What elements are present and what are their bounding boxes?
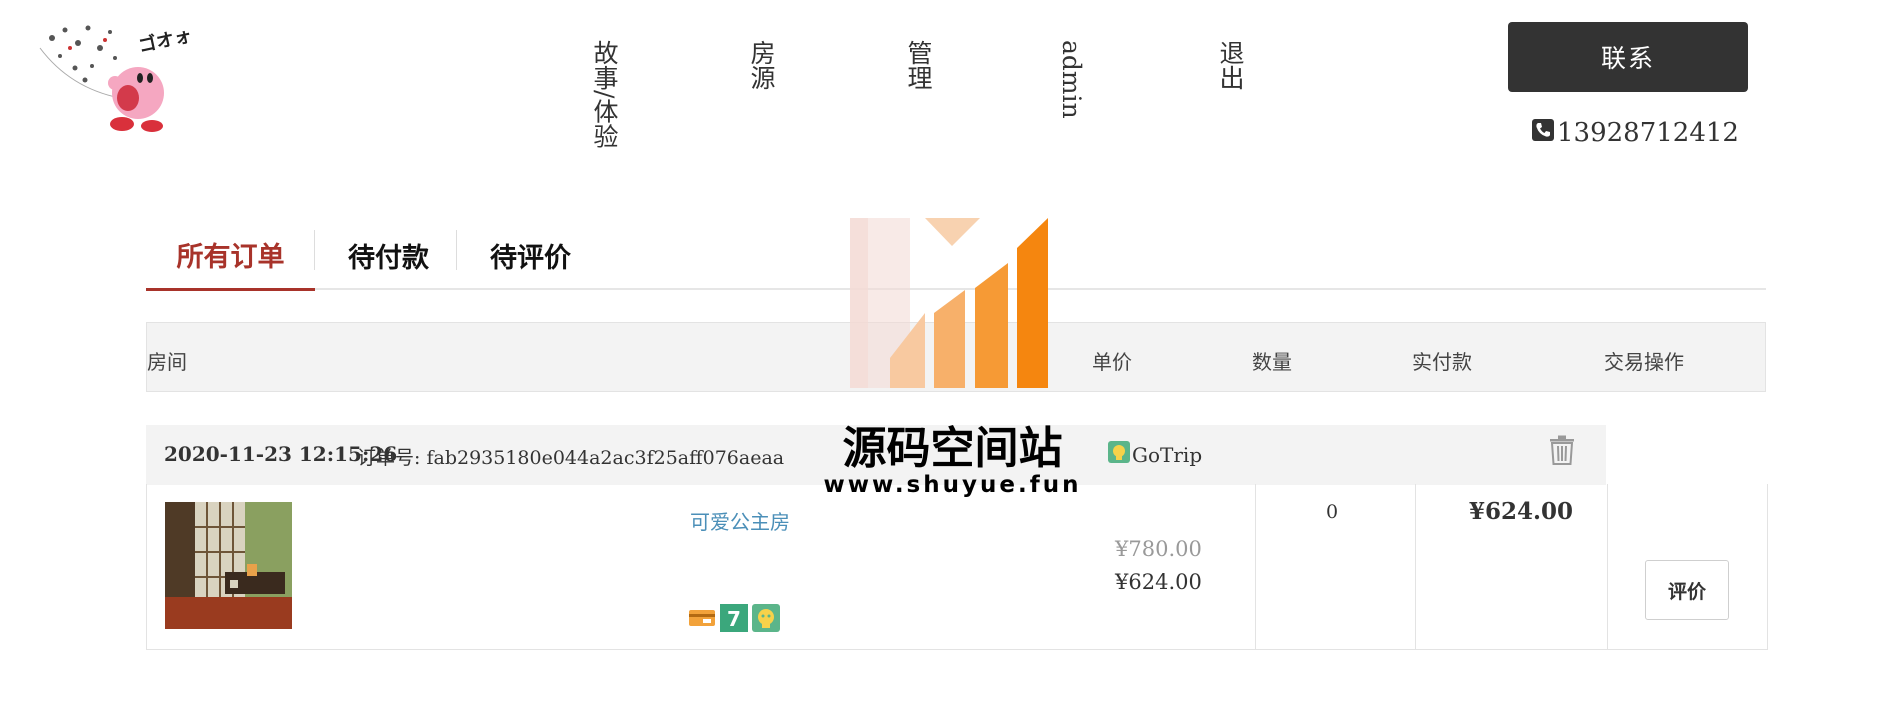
header-unit-price: 单价 [1092,350,1132,374]
nav-manage[interactable]: 管理 [904,40,933,90]
watermark-url: www.shuyue.fun [823,472,1082,498]
trash-icon [1549,435,1575,470]
tab-pending-payment[interactable]: 待付款 [316,220,461,290]
header-quantity: 数量 [1252,350,1292,374]
nav-logout[interactable]: 退出 [1216,40,1245,90]
room-name-link[interactable]: 可爱公主房 [690,506,790,535]
contact-button[interactable]: 联系 [1508,22,1748,92]
unit-price: ¥624.00 [1115,570,1202,594]
header-paid: 实付款 [1412,350,1472,374]
watermark-logo [850,218,1055,388]
quantity-value: 0 [1326,501,1339,523]
order-number-value: fab2935180e044a2ac3f25aff076aeaa [426,447,785,469]
nav-story[interactable]: 故事/体验 [590,40,619,148]
room-thumbnail[interactable] [165,502,292,629]
tab-divider [314,230,315,270]
review-button[interactable]: 评价 [1645,560,1729,620]
amenity-icons: 7 [688,604,780,632]
column-divider [1607,484,1608,649]
delete-order-button[interactable] [1549,435,1575,470]
nav-admin[interactable]: admin [1057,40,1086,119]
original-price: ¥780.00 [1115,537,1202,561]
site-logo[interactable]: ゴオォ [30,18,205,143]
tab-all-orders[interactable]: 所有订单 [146,220,315,291]
watermark-title: 源码空间站 [842,423,1063,474]
phone-icon [1532,118,1554,148]
tab-pending-review[interactable]: 待评价 [458,220,603,290]
paid-amount: ¥624.00 [1469,498,1574,525]
seven-eleven-icon: 7 [720,604,748,632]
order-item-row: 可爱公主房 7 ¥780.00 ¥624.00 0 ¥624.00 评价 [146,484,1768,650]
card-icon [688,604,716,632]
nav-listings[interactable]: 房源 [747,40,776,90]
column-divider [1415,484,1416,649]
order-number: 订单号: fab2935180e044a2ac3f25aff076aeaa [357,443,784,470]
svg-text:ゴオォ: ゴオォ [136,24,193,57]
tab-divider [456,230,457,270]
pet-icon [752,604,780,632]
phone-number: 13928712412 [1532,118,1739,148]
header-room: 房间 [147,350,187,374]
column-divider [1255,484,1256,649]
header-action: 交易操作 [1604,350,1684,374]
shop-name: GoTrip [1132,442,1203,467]
svg-text:7: 7 [727,607,741,631]
order-number-label: 订单号: [357,447,421,469]
phone-text: 13928712412 [1557,118,1739,148]
